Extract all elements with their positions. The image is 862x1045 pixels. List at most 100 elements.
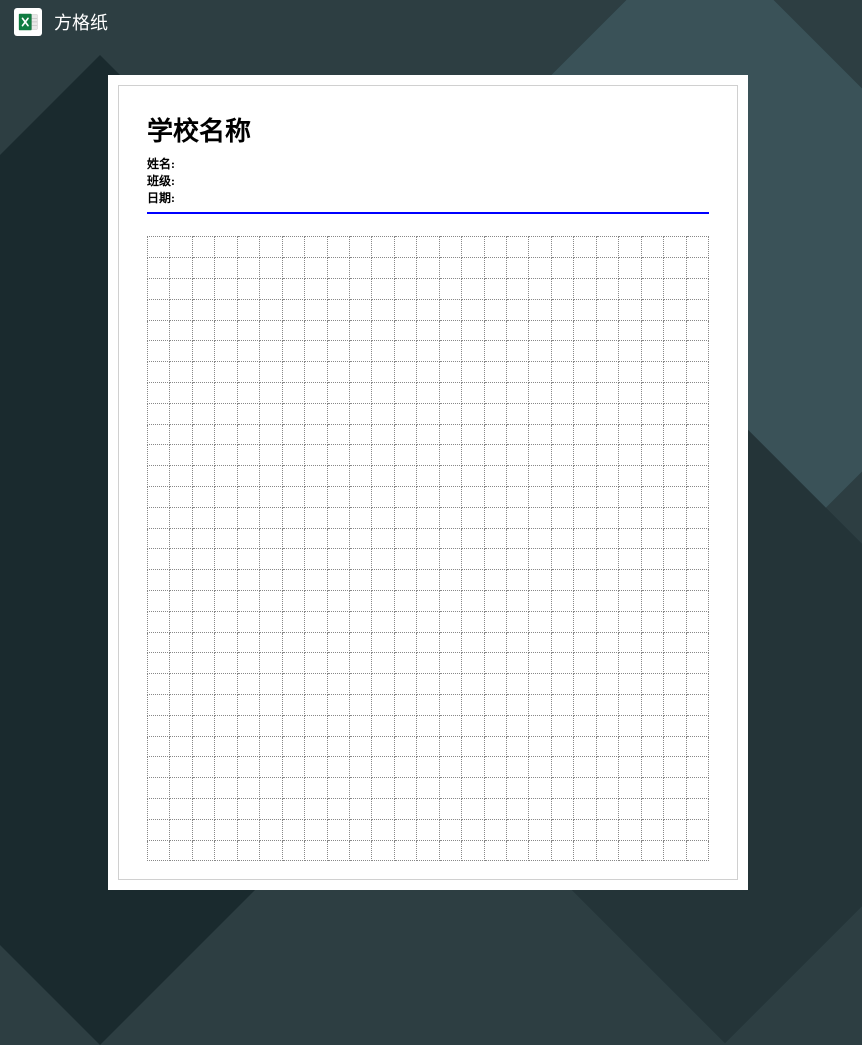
grid-cell xyxy=(551,528,573,549)
grid-cell xyxy=(305,570,327,591)
grid-cell xyxy=(282,258,304,279)
grid-cell xyxy=(349,486,371,507)
grid-cell xyxy=(551,840,573,861)
grid-cell xyxy=(349,757,371,778)
grid-cell xyxy=(551,590,573,611)
grid-cell xyxy=(462,237,484,258)
grid-cell xyxy=(192,819,214,840)
grid-cell xyxy=(551,674,573,695)
grid-cell xyxy=(170,320,192,341)
grid-cell xyxy=(237,798,259,819)
grid-cell xyxy=(596,632,618,653)
grid-cell xyxy=(305,590,327,611)
grid-cell xyxy=(462,466,484,487)
grid-cell xyxy=(551,299,573,320)
grid-cell xyxy=(439,424,461,445)
grid-cell xyxy=(327,299,349,320)
grid-cell xyxy=(170,570,192,591)
grid-cell xyxy=(148,549,170,570)
grid-cell xyxy=(574,507,596,528)
grid-cell xyxy=(529,798,551,819)
grid-cell xyxy=(327,694,349,715)
grid-cell xyxy=(215,466,237,487)
grid-cell xyxy=(596,424,618,445)
grid-cell xyxy=(686,424,709,445)
grid-cell xyxy=(664,486,686,507)
grid-cell xyxy=(484,403,506,424)
grid-cell xyxy=(574,632,596,653)
grid-cell xyxy=(417,611,439,632)
grid-cell xyxy=(507,590,529,611)
grid-cell xyxy=(305,278,327,299)
grid-cell xyxy=(327,840,349,861)
grid-cell xyxy=(170,632,192,653)
grid-cell xyxy=(529,258,551,279)
grid-cell xyxy=(619,403,641,424)
grid-cell xyxy=(215,653,237,674)
grid-cell xyxy=(372,778,394,799)
grid-cell xyxy=(305,736,327,757)
grid-cell xyxy=(192,299,214,320)
grid-cell xyxy=(439,653,461,674)
grid-cell xyxy=(551,278,573,299)
grid-cell xyxy=(574,674,596,695)
grid-cell xyxy=(417,299,439,320)
grid-cell xyxy=(192,840,214,861)
grid-cell xyxy=(327,549,349,570)
grid-cell xyxy=(507,424,529,445)
grid-cell xyxy=(619,632,641,653)
grid-cell xyxy=(349,382,371,403)
grid-cell xyxy=(305,403,327,424)
grid-cell xyxy=(686,590,709,611)
grid-cell xyxy=(686,570,709,591)
grid-cell xyxy=(641,736,663,757)
grid-cell xyxy=(686,528,709,549)
grid-cell xyxy=(641,674,663,695)
grid-cell xyxy=(148,486,170,507)
grid-cell xyxy=(170,798,192,819)
grid-cell xyxy=(462,736,484,757)
grid-cell xyxy=(551,320,573,341)
grid-cell xyxy=(170,653,192,674)
grid-cell xyxy=(686,715,709,736)
grid-cell xyxy=(327,258,349,279)
grid-cell xyxy=(551,424,573,445)
grid-cell xyxy=(484,362,506,383)
grid-cell xyxy=(484,466,506,487)
grid-cell xyxy=(664,590,686,611)
grid-cell xyxy=(596,299,618,320)
grid-cell xyxy=(574,445,596,466)
grid-cell xyxy=(507,258,529,279)
grid-cell xyxy=(529,237,551,258)
grid-cell xyxy=(529,611,551,632)
grid-cell xyxy=(462,362,484,383)
grid-cell xyxy=(641,237,663,258)
grid-cell xyxy=(686,798,709,819)
grid-cell xyxy=(641,382,663,403)
grid-cell xyxy=(417,382,439,403)
grid-cell xyxy=(349,611,371,632)
grid-cell xyxy=(462,320,484,341)
grid-cell xyxy=(372,258,394,279)
grid-cell xyxy=(551,486,573,507)
grid-cell xyxy=(596,798,618,819)
grid-cell xyxy=(439,278,461,299)
grid-cell xyxy=(260,299,282,320)
grid-cell xyxy=(215,258,237,279)
grid-cell xyxy=(529,424,551,445)
grid-cell xyxy=(462,570,484,591)
grid-cell xyxy=(192,798,214,819)
grid-cell xyxy=(394,736,416,757)
grid-cell xyxy=(170,424,192,445)
grid-cell xyxy=(417,757,439,778)
grid-cell xyxy=(439,466,461,487)
grid-cell xyxy=(148,778,170,799)
grid-cell xyxy=(462,507,484,528)
grid-cell xyxy=(641,445,663,466)
grid-cell xyxy=(349,466,371,487)
grid-cell xyxy=(462,486,484,507)
grid-cell xyxy=(484,757,506,778)
grid-cell xyxy=(349,632,371,653)
grid-cell xyxy=(596,819,618,840)
grid-cell xyxy=(282,528,304,549)
